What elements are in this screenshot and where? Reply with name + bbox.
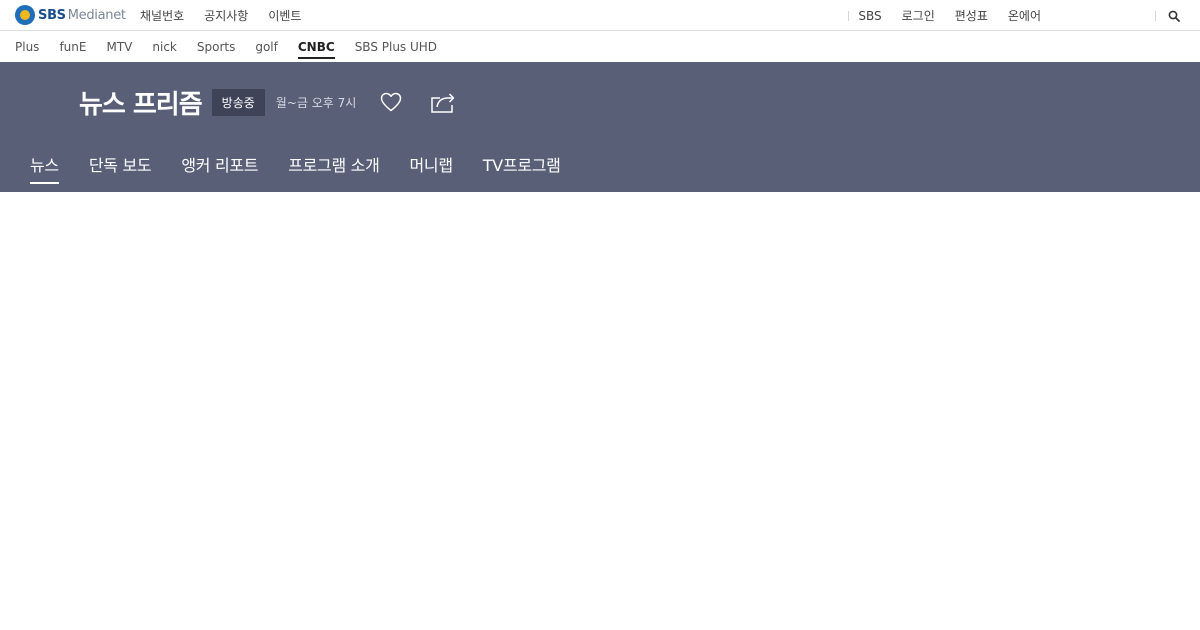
channel-golf[interactable]: golf — [255, 37, 278, 57]
tab-tv-program[interactable]: TV프로그램 — [483, 152, 561, 184]
nav-schedule[interactable]: 편성표 — [955, 7, 988, 24]
tab-anchor-report[interactable]: 앵커 리포트 — [181, 152, 258, 184]
tab-money-lab[interactable]: 머니랩 — [410, 152, 454, 184]
channel-nav: Plus funE MTV nick Sports golf CNBC SBS … — [0, 31, 1200, 62]
channel-mtv[interactable]: MTV — [106, 37, 132, 57]
nav-onair[interactable]: 온에어 — [1008, 7, 1041, 24]
channel-nick[interactable]: nick — [152, 37, 177, 57]
tab-news[interactable]: 뉴스 — [30, 152, 59, 184]
channel-sbs-plus-uhd[interactable]: SBS Plus UHD — [355, 37, 437, 57]
logo-text-medianet: Medianet — [67, 7, 126, 23]
global-header: SBS Medianet 채널번호 공지사항 이벤트 SBS 로그인 편성표 온… — [0, 0, 1200, 31]
program-tabs: 뉴스 단독 보도 앵커 리포트 프로그램 소개 머니랩 TV프로그램 — [30, 152, 591, 184]
nav-notice[interactable]: 공지사항 — [204, 7, 248, 24]
channel-plus[interactable]: Plus — [15, 37, 39, 57]
nav-sbs[interactable]: SBS — [858, 9, 881, 23]
search-area — [1155, 8, 1180, 23]
nav-login[interactable]: 로그인 — [902, 7, 935, 24]
program-title-row: 뉴스 프리즘 방송중 월~금 오후 7시 — [79, 84, 455, 120]
channel-cnbc[interactable]: CNBC — [297, 37, 335, 59]
divider — [1155, 10, 1156, 21]
program-header: 뉴스 프리즘 방송중 월~금 오후 7시 뉴스 단독 보도 앵커 리포트 프로그… — [0, 62, 1200, 192]
sbs-logo-icon — [15, 5, 35, 25]
onair-badge: 방송중 — [211, 88, 265, 116]
program-title: 뉴스 프리즘 — [79, 89, 203, 120]
utility-nav-left: 채널번호 공지사항 이벤트 — [140, 0, 321, 31]
program-schedule: 월~금 오후 7시 — [275, 95, 357, 110]
channel-fune[interactable]: funE — [59, 37, 86, 57]
logo-text-sbs: SBS — [38, 7, 66, 23]
divider — [848, 10, 850, 21]
tab-exclusive-report[interactable]: 단독 보도 — [89, 152, 152, 184]
favorite-button[interactable] — [380, 91, 402, 113]
channel-sports[interactable]: Sports — [197, 37, 235, 57]
nav-channel-number[interactable]: 채널번호 — [140, 7, 184, 24]
share-button[interactable] — [431, 91, 455, 113]
heart-icon — [381, 92, 402, 112]
utility-nav-right: SBS 로그인 편성표 온에어 — [848, 0, 1041, 31]
search-icon[interactable] — [1168, 10, 1180, 22]
nav-event[interactable]: 이벤트 — [268, 7, 301, 24]
tab-program-intro[interactable]: 프로그램 소개 — [288, 152, 380, 184]
sbs-medianet-logo[interactable]: SBS Medianet — [15, 4, 126, 26]
share-icon — [431, 92, 455, 113]
